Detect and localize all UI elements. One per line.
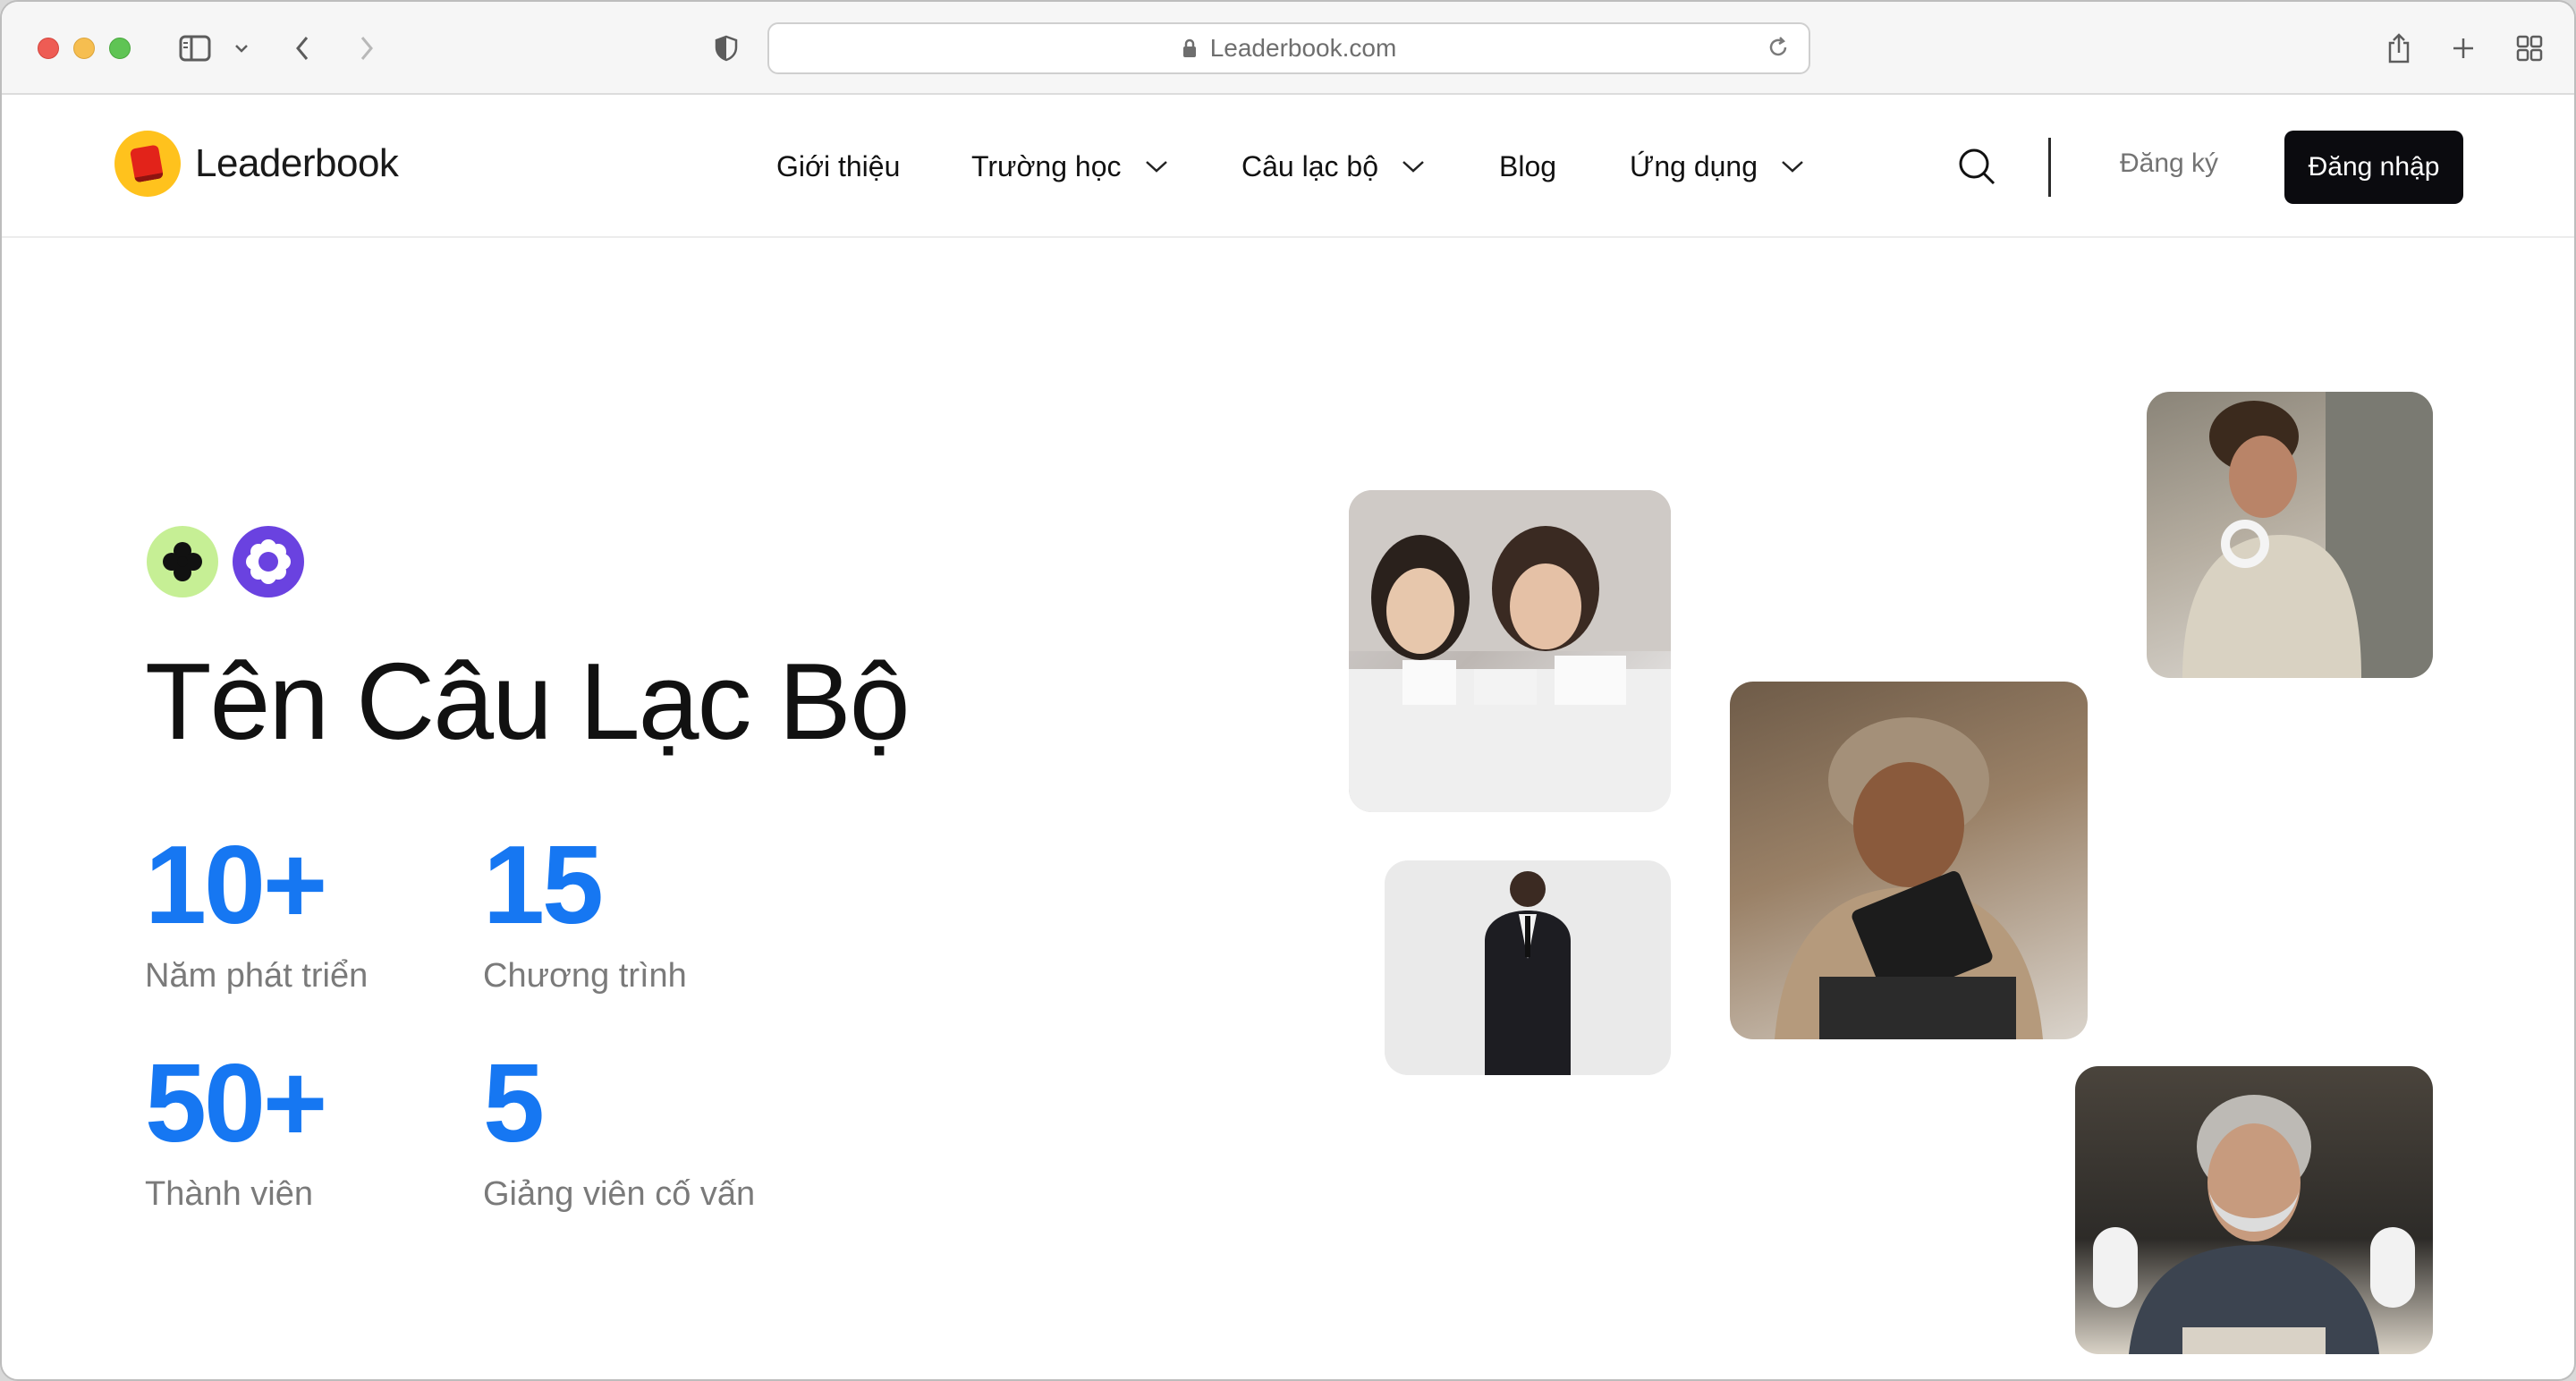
- stat-label: Năm phát triển: [145, 957, 369, 995]
- photo-woman-with-laptop: [1730, 682, 2088, 1039]
- stat-years: 10+ Năm phát triển: [145, 830, 368, 996]
- site-logo[interactable]: Leaderbook: [114, 131, 399, 197]
- stat-label: Giảng viên cố vấn: [483, 1175, 756, 1213]
- logo-book-icon: [114, 131, 181, 197]
- photo-woman-with-headphones: [2147, 392, 2433, 678]
- nav-item-blog[interactable]: Blog: [1499, 145, 1556, 188]
- club-title: Tên Câu Lạc Bộ: [145, 640, 911, 762]
- url-text: Leaderbook.com: [1209, 34, 1397, 62]
- stat-value: 15: [483, 824, 604, 947]
- lock-icon: [1182, 38, 1198, 59]
- new-tab-icon[interactable]: [2445, 27, 2481, 70]
- search-icon[interactable]: [1955, 145, 1998, 188]
- back-icon[interactable]: [286, 27, 318, 70]
- photo-man-with-headphones: [2075, 1066, 2433, 1354]
- stat-value: 50+: [145, 1042, 327, 1165]
- nav-label: Ứng dụng: [1630, 149, 1758, 182]
- privacy-shield-icon[interactable]: [710, 27, 742, 70]
- chevron-down-icon: [1145, 159, 1168, 174]
- chevron-down-icon: [1402, 159, 1425, 174]
- forward-icon[interactable]: [351, 27, 383, 70]
- club-badges: [147, 526, 304, 597]
- minimize-window-button[interactable]: [73, 38, 95, 59]
- chevron-down-icon[interactable]: [231, 27, 252, 70]
- nav-label: Câu lạc bộ: [1241, 149, 1378, 182]
- logo-text: Leaderbook: [195, 141, 399, 185]
- header-divider: [2048, 138, 2051, 197]
- sidebar-toggle-icon[interactable]: [175, 27, 215, 70]
- nav-item-cau-lac-bo[interactable]: Câu lạc bộ: [1241, 145, 1425, 188]
- photo-man-in-suit: [1385, 860, 1671, 1075]
- close-window-button[interactable]: [38, 38, 59, 59]
- stat-label: Thành viên: [145, 1175, 314, 1213]
- nav-item-truong-hoc[interactable]: Trường học: [971, 145, 1168, 188]
- login-button[interactable]: Đăng nhập: [2284, 131, 2463, 204]
- clover-icon: [147, 526, 218, 597]
- chevron-down-icon: [1781, 159, 1804, 174]
- nav-item-gioi-thieu[interactable]: Giới thiệu: [776, 145, 900, 188]
- zoom-window-button[interactable]: [109, 38, 131, 59]
- stat-mentors: 5 Giảng viên cố vấn: [483, 1048, 755, 1214]
- flower-icon: [233, 526, 304, 597]
- site-header: Leaderbook Giới thiệu Trường học Câu lạc…: [2, 95, 2574, 238]
- reload-icon[interactable]: [1766, 35, 1791, 60]
- photo-two-women: [1349, 490, 1671, 812]
- nav-label: Blog: [1499, 149, 1557, 182]
- tab-overview-icon[interactable]: [2512, 27, 2547, 70]
- address-bar[interactable]: Leaderbook.com: [767, 22, 1810, 74]
- stat-members: 50+ Thành viên: [145, 1042, 327, 1214]
- browser-window: Leaderbook.com Leaderbook Giới thiệu Trư…: [0, 0, 2576, 1381]
- share-icon[interactable]: [2381, 27, 2417, 70]
- signup-link[interactable]: Đăng ký: [2120, 148, 2218, 179]
- nav-label: Giới thiệu: [776, 149, 901, 182]
- stat-label: Chương trình: [483, 957, 687, 995]
- nav-item-ung-dung[interactable]: Ứng dụng: [1630, 145, 1804, 188]
- browser-toolbar: Leaderbook.com: [2, 2, 2574, 95]
- nav-label: Trường học: [971, 149, 1122, 182]
- stat-value: 10+: [145, 824, 327, 947]
- stat-value: 5: [483, 1042, 545, 1165]
- stat-programs: 15 Chương trình: [483, 830, 687, 996]
